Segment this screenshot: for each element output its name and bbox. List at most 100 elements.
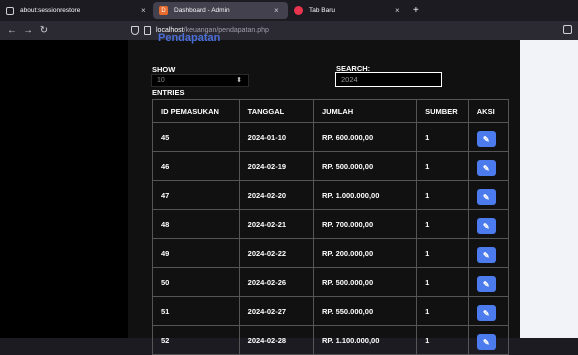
table-row: 50 2024-02-26 RP. 500.000,00 1 ✎: [152, 267, 510, 297]
tab-new[interactable]: Tab Baru ×: [288, 2, 405, 19]
row-date: 2024-02-20: [238, 180, 314, 210]
table-header-row: ID PEMASUKAN TANGGAL JUMLAH SUMBER AKSI: [152, 99, 510, 123]
row-id: 50: [152, 267, 240, 297]
row-action: ✎: [467, 180, 510, 210]
entries-value: 10: [157, 77, 165, 84]
row-amount: RP. 550.000,00: [312, 296, 418, 326]
column-header-source[interactable]: SUMBER: [416, 99, 469, 123]
edit-button[interactable]: ✎: [476, 218, 496, 234]
close-icon[interactable]: ×: [395, 6, 400, 15]
main-content: Pendapatan SHOW 10 ⬍ ENTRIES SEARCH: 202…: [128, 32, 520, 355]
table-row: 52 2024-02-28 RP. 1.100.000,00 1 ✎: [152, 325, 510, 355]
row-amount: RP. 500.000,00: [312, 151, 418, 181]
row-source: 1: [416, 267, 469, 297]
edit-button[interactable]: ✎: [476, 305, 496, 321]
edit-button[interactable]: ✎: [476, 131, 496, 147]
row-action: ✎: [467, 209, 510, 239]
firefox-icon: [294, 6, 303, 15]
tab-session-restore[interactable]: about:sessionrestore ×: [0, 2, 151, 19]
edit-icon: ✎: [482, 337, 490, 347]
row-date: 2024-02-27: [238, 296, 314, 326]
column-header-id[interactable]: ID PEMASUKAN: [152, 99, 240, 123]
column-header-date[interactable]: TANGGAL: [238, 99, 314, 123]
row-date: 2024-02-26: [238, 267, 314, 297]
row-amount: RP. 500.000,00: [312, 267, 418, 297]
edit-button[interactable]: ✎: [476, 189, 496, 205]
table-row: 48 2024-02-21 RP. 700.000,00 1 ✎: [152, 209, 510, 239]
table-row: 51 2024-02-27 RP. 550.000,00 1 ✎: [152, 296, 510, 326]
row-amount: RP. 700.000,00: [312, 209, 418, 239]
page-title: Pendapatan: [158, 32, 221, 44]
row-source: 1: [416, 209, 469, 239]
close-icon[interactable]: ×: [274, 6, 279, 15]
entries-label: ENTRIES: [152, 88, 185, 97]
row-date: 2024-02-22: [238, 238, 314, 268]
row-action: ✎: [467, 325, 510, 355]
row-source: 1: [416, 180, 469, 210]
edit-button[interactable]: ✎: [476, 276, 496, 292]
forward-icon[interactable]: →: [20, 25, 36, 36]
back-icon[interactable]: ←: [4, 25, 20, 36]
row-amount: RP. 200.000,00: [312, 238, 418, 268]
edit-icon: ✎: [482, 250, 490, 260]
column-header-amount[interactable]: JUMLAH: [312, 99, 418, 123]
page-icon: [144, 26, 151, 35]
edit-button[interactable]: ✎: [476, 334, 496, 350]
tab-title: Tab Baru: [309, 7, 336, 14]
row-id: 52: [152, 325, 240, 355]
row-action: ✎: [467, 238, 510, 268]
row-source: 1: [416, 122, 469, 152]
tab-title: Dashboard - Admin: [174, 7, 230, 14]
row-id: 49: [152, 238, 240, 268]
table-row: 47 2024-02-20 RP. 1.000.000,00 1 ✎: [152, 180, 510, 210]
browser-tab-bar: about:sessionrestore × D Dashboard - Adm…: [0, 0, 578, 21]
row-action: ✎: [467, 296, 510, 326]
right-panel: [520, 40, 578, 338]
row-id: 47: [152, 180, 240, 210]
new-tab-button[interactable]: +: [413, 5, 419, 16]
row-id: 48: [152, 209, 240, 239]
row-source: 1: [416, 238, 469, 268]
row-amount: RP. 1.000.000,00: [312, 180, 418, 210]
row-action: ✎: [467, 267, 510, 297]
table-row: 46 2024-02-19 RP. 500.000,00 1 ✎: [152, 151, 510, 181]
reload-icon[interactable]: ↻: [36, 25, 52, 36]
shield-icon[interactable]: [131, 26, 139, 35]
show-label: SHOW: [152, 65, 176, 74]
edit-icon: ✎: [482, 163, 490, 173]
tab-title: about:sessionrestore: [20, 7, 81, 14]
tab-dashboard[interactable]: D Dashboard - Admin ×: [153, 2, 288, 19]
table-row: 49 2024-02-22 RP. 200.000,00 1 ✎: [152, 238, 510, 268]
dashboard-favicon-icon: D: [159, 6, 168, 15]
row-source: 1: [416, 325, 469, 355]
row-amount: RP. 600.000,00: [312, 122, 418, 152]
edit-icon: ✎: [482, 308, 490, 318]
sidebar: [0, 40, 128, 338]
row-amount: RP. 1.100.000,00: [312, 325, 418, 355]
edit-icon: ✎: [482, 279, 490, 289]
column-header-action[interactable]: AKSI: [467, 99, 510, 123]
close-icon[interactable]: ×: [141, 6, 146, 15]
row-date: 2024-02-19: [238, 151, 314, 181]
row-id: 45: [152, 122, 240, 152]
page-viewport: Pendapatan SHOW 10 ⬍ ENTRIES SEARCH: 202…: [0, 32, 578, 355]
income-table: ID PEMASUKAN TANGGAL JUMLAH SUMBER AKSI …: [152, 99, 510, 355]
row-action: ✎: [467, 122, 510, 152]
reader-view-icon[interactable]: [563, 25, 572, 34]
entries-select[interactable]: 10 ⬍: [151, 74, 249, 87]
session-icon: [6, 6, 14, 15]
row-date: 2024-02-21: [238, 209, 314, 239]
row-source: 1: [416, 151, 469, 181]
row-date: 2024-01-10: [238, 122, 314, 152]
edit-button[interactable]: ✎: [476, 160, 496, 176]
edit-button[interactable]: ✎: [476, 247, 496, 263]
search-input[interactable]: 2024: [335, 72, 442, 87]
row-action: ✎: [467, 151, 510, 181]
edit-icon: ✎: [482, 134, 490, 144]
chevron-updown-icon: ⬍: [236, 77, 242, 84]
row-date: 2024-02-28: [238, 325, 314, 355]
navigation-bar: ← → ↻ localhost /keuangan/pendapatan.php: [0, 21, 578, 40]
edit-icon: ✎: [482, 221, 490, 231]
row-source: 1: [416, 296, 469, 326]
table-row: 45 2024-01-10 RP. 600.000,00 1 ✎: [152, 122, 510, 152]
